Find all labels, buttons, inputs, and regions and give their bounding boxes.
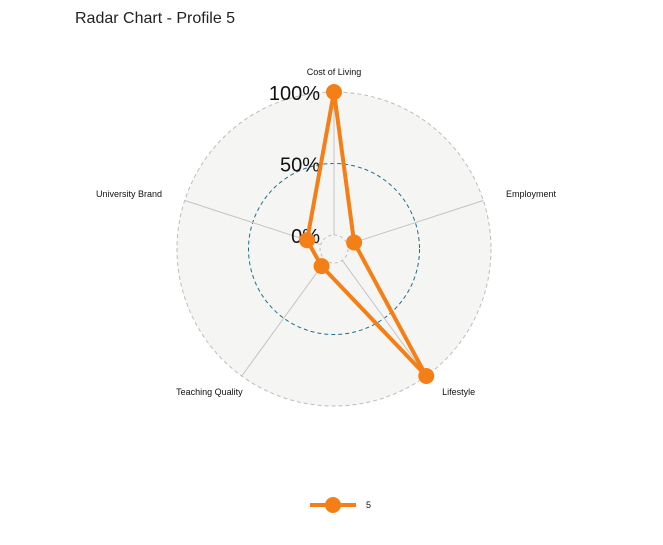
axis-label: Lifestyle xyxy=(442,387,475,397)
legend-label: 5 xyxy=(366,500,371,510)
series-point xyxy=(418,368,435,385)
grid-label: 100% xyxy=(269,83,320,105)
axis-label: Teaching Quality xyxy=(176,387,243,397)
axis-label: Cost of Living xyxy=(307,67,362,77)
series-point xyxy=(313,258,330,275)
grid-label: 50% xyxy=(280,155,320,177)
legend-marker xyxy=(325,497,341,513)
radar-chart: Cost of Living Employment Lifestyle Teachin… xyxy=(96,67,557,513)
series-point xyxy=(346,234,363,251)
series-point xyxy=(326,84,342,100)
axis-label: Employment xyxy=(506,189,557,199)
series-point xyxy=(299,232,316,249)
axis-label: University Brand xyxy=(96,189,162,199)
